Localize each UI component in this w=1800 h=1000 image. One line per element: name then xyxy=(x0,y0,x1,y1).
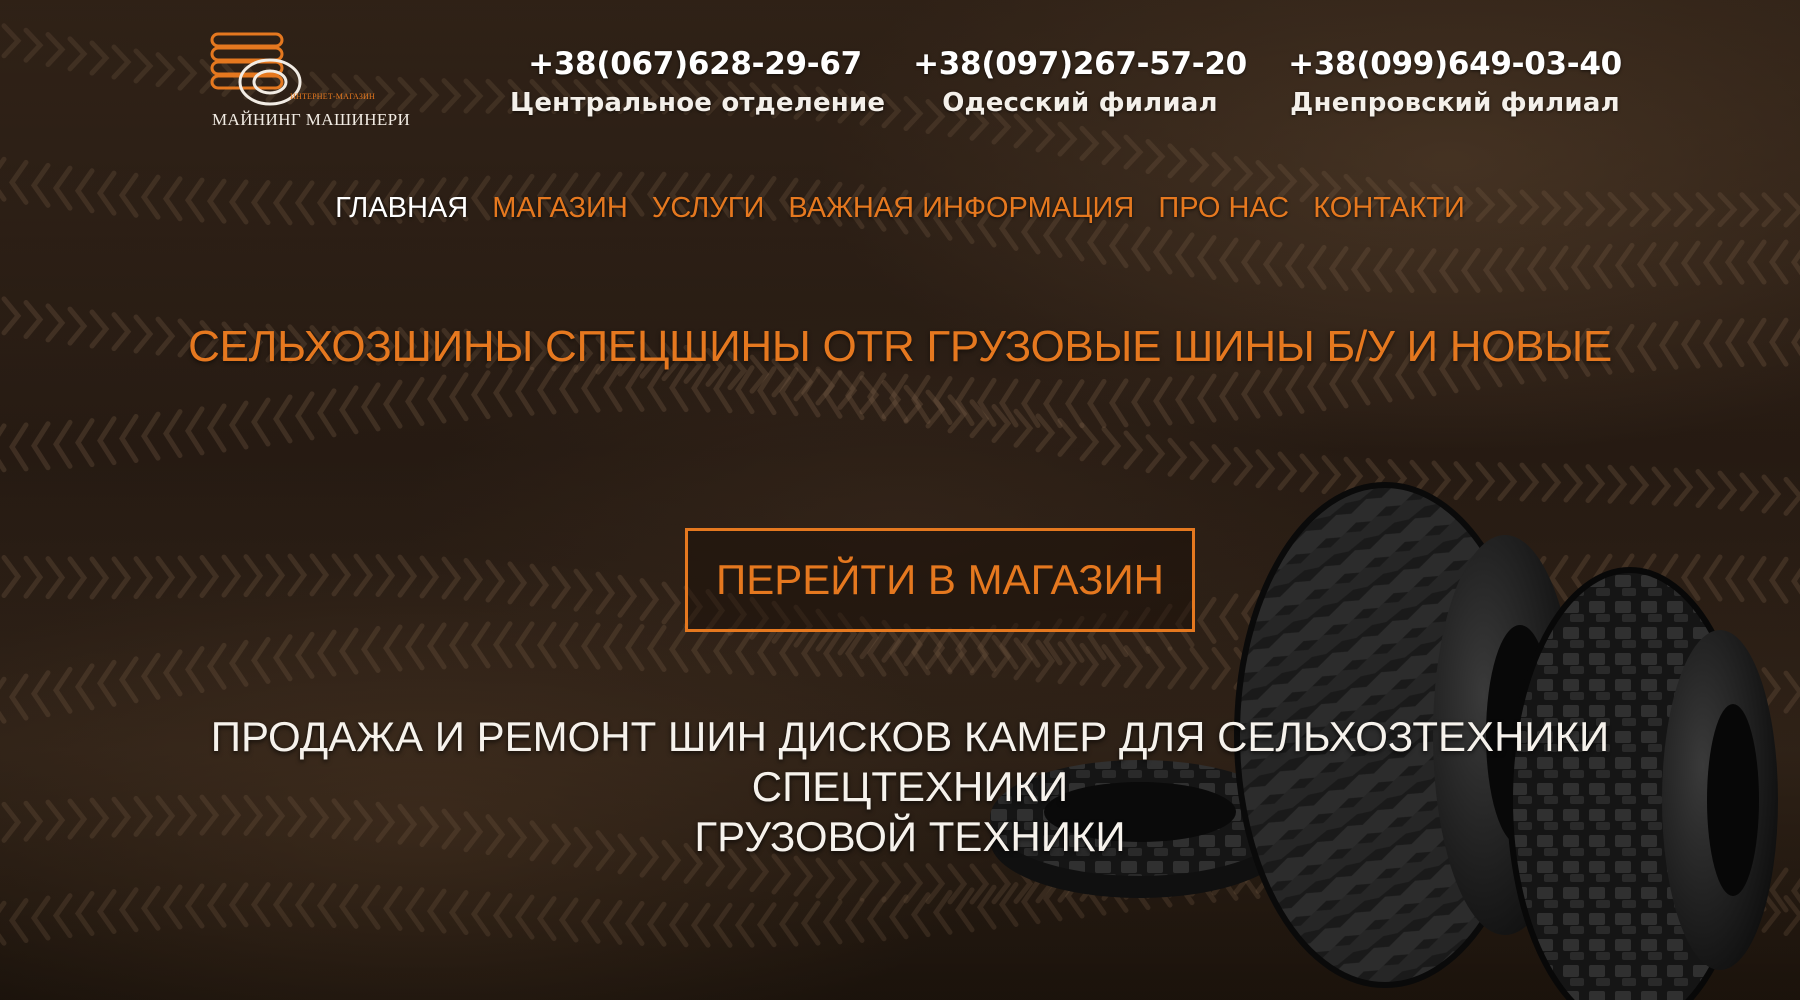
nav-item-shop[interactable]: МАГАЗИН xyxy=(492,192,628,225)
logo-tagline: ИНТЕРНЕТ-МАГАЗИН xyxy=(290,92,375,101)
subheadline-line-1: ПРОДАЖА И РЕМОНТ ШИН ДИСКОВ КАМЕР ДЛЯ СЕ… xyxy=(210,713,1610,810)
nav-item-home[interactable]: ГЛАВНАЯ xyxy=(335,192,468,225)
main-nav: ГЛАВНАЯ МАГАЗИН УСЛУГИ ВАЖНАЯ ИНФОРМАЦИЯ… xyxy=(0,192,1800,225)
subheadline-line-2: ГРУЗОВОЙ ТЕХНИКИ xyxy=(694,813,1126,860)
phone-link[interactable]: +38(099)649-03-40 xyxy=(1270,46,1640,82)
hero-subheadline: ПРОДАЖА И РЕМОНТ ШИН ДИСКОВ КАМЕР ДЛЯ СЕ… xyxy=(50,712,1770,862)
branch-label: Днепровский филиал xyxy=(1290,88,1620,118)
phone-link[interactable]: +38(067)628-29-67 xyxy=(510,46,880,82)
nav-item-important-info[interactable]: ВАЖНАЯ ИНФОРМАЦИЯ xyxy=(788,192,1134,225)
contact-dnipro: +38(099)649-03-40 Днепровский филиал xyxy=(1270,46,1640,118)
nav-item-about[interactable]: ПРО НАС xyxy=(1158,192,1289,225)
logo-name: МАЙНИНГ МАШИНЕРИ xyxy=(212,110,411,129)
phone-link[interactable]: +38(097)267-57-20 xyxy=(895,46,1265,82)
nav-item-services[interactable]: УСЛУГИ xyxy=(652,192,764,225)
logo[interactable]: ИНТЕРНЕТ-МАГАЗИН МАЙНИНГ МАШИНЕРИ xyxy=(208,28,448,138)
go-to-shop-label: ПЕРЕЙТИ В МАГАЗИН xyxy=(716,556,1164,603)
hero-headline: СЕЛЬХОЗШИНЫ СПЕЦШИНЫ OTR ГРУЗОВЫЕ ШИНЫ Б… xyxy=(188,322,1612,371)
branch-label: Центральное отделение xyxy=(510,88,886,118)
nav-item-contacts[interactable]: КОНТАКТИ xyxy=(1313,192,1465,225)
contact-central: +38(067)628-29-67 Центральное отделение xyxy=(510,46,886,118)
branch-label: Одесский филиал xyxy=(942,88,1218,118)
go-to-shop-button[interactable]: ПЕРЕЙТИ В МАГАЗИН xyxy=(685,528,1195,632)
contact-odesa: +38(097)267-57-20 Одесский филиал xyxy=(895,46,1265,118)
